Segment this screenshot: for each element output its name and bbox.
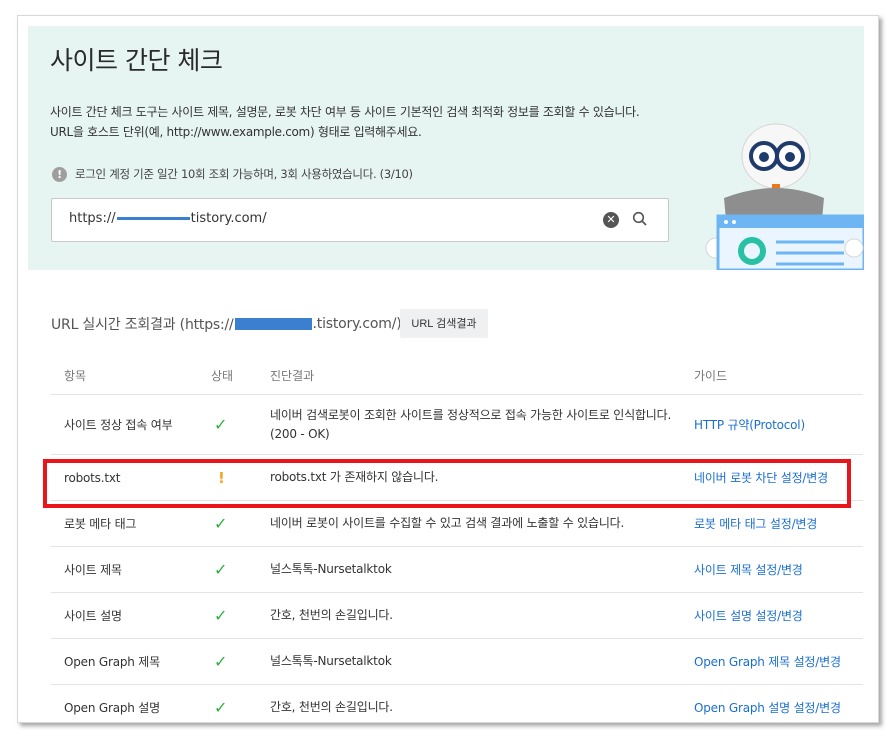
row-item: 사이트 제목 bbox=[51, 546, 211, 593]
usage-notice: ! 로그인 계정 기준 일간 10회 조회 가능하며, 3회 사용하였습니다. … bbox=[52, 166, 413, 182]
results-title: URL 실시간 조회결과 (https:// .tistory.com/) bbox=[51, 314, 402, 334]
table-row: 사이트 제목 ✓ 널스톡톡-Nursetalktok 사이트 제목 설정/변경 bbox=[51, 546, 863, 593]
row-guide: HTTP 규약(Protocol) bbox=[694, 394, 863, 455]
table-row: 사이트 설명 ✓ 간호, 천번의 손길입니다. 사이트 설명 설정/변경 bbox=[51, 592, 863, 639]
table-header-row: 항목 상태 진단결과 가이드 bbox=[51, 356, 863, 395]
results-table: 항목 상태 진단결과 가이드 사이트 정상 접속 여부 ✓ 네이버 검색로봇이 … bbox=[51, 356, 863, 722]
table-row: Open Graph 설명 ✓ 간호, 천번의 손길입니다. Open Grap… bbox=[51, 684, 863, 722]
check-icon: ✓ bbox=[214, 652, 228, 671]
clear-icon[interactable]: ✕ bbox=[603, 212, 619, 228]
url-search-input[interactable]: https:// tistory.com/ bbox=[69, 211, 267, 226]
row-status: ✓ bbox=[211, 684, 270, 722]
url-prefix: https:// bbox=[69, 211, 116, 226]
row-item: 사이트 설명 bbox=[51, 592, 211, 639]
column-header-guide: 가이드 bbox=[694, 356, 863, 395]
redaction-bar bbox=[116, 217, 190, 220]
hero-panel: 사이트 간단 체크 사이트 간단 체크 도구는 사이트 제목, 설명문, 로봇 … bbox=[28, 26, 864, 270]
page-description: 사이트 간단 체크 도구는 사이트 제목, 설명문, 로봇 차단 여부 등 사이… bbox=[50, 102, 640, 142]
app-frame: 사이트 간단 체크 사이트 간단 체크 도구는 사이트 제목, 설명문, 로봇 … bbox=[17, 15, 879, 723]
table-row: Open Graph 제목 ✓ 널스톡톡-Nursetalktok Open G… bbox=[51, 638, 863, 685]
column-header-result: 진단결과 bbox=[270, 356, 694, 395]
row-guide: Open Graph 제목 설정/변경 bbox=[694, 638, 863, 685]
results-title-suffix: .tistory.com/) bbox=[312, 316, 402, 332]
highlight-box bbox=[43, 459, 851, 508]
guide-link[interactable]: 로봇 메타 태그 설정/변경 bbox=[694, 517, 817, 531]
row-result: 널스톡톡-Nursetalktok bbox=[270, 638, 694, 685]
row-status: ✓ bbox=[211, 394, 270, 455]
url-suffix: tistory.com/ bbox=[190, 211, 267, 226]
row-result: 네이버 검색로봇이 조회한 사이트를 정상적으로 접속 가능한 사이트로 인식합… bbox=[270, 394, 694, 455]
check-icon: ✓ bbox=[214, 560, 228, 579]
page-title: 사이트 간단 체크 bbox=[50, 46, 223, 75]
row-item: Open Graph 제목 bbox=[51, 638, 211, 685]
usage-notice-text: 로그인 계정 기준 일간 10회 조회 가능하며, 3회 사용하였습니다. (3… bbox=[75, 167, 413, 181]
row-item: 사이트 정상 접속 여부 bbox=[51, 394, 211, 455]
row-item: Open Graph 설명 bbox=[51, 684, 211, 722]
check-icon: ✓ bbox=[214, 698, 228, 717]
url-search-box[interactable]: https:// tistory.com/ ✕ bbox=[51, 198, 669, 242]
url-search-results-button[interactable]: URL 검색결과 bbox=[400, 309, 488, 338]
guide-link[interactable]: Open Graph 설명 설정/변경 bbox=[694, 701, 841, 715]
row-result: 간호, 천번의 손길입니다. bbox=[270, 684, 694, 722]
info-icon: ! bbox=[52, 166, 67, 182]
guide-link[interactable]: Open Graph 제목 설정/변경 bbox=[694, 655, 841, 669]
row-status: ✓ bbox=[211, 546, 270, 593]
row-status: ✓ bbox=[211, 592, 270, 639]
row-result: 널스톡톡-Nursetalktok bbox=[270, 546, 694, 593]
check-icon: ✓ bbox=[214, 415, 228, 434]
results-title-prefix: URL 실시간 조회결과 (https:// bbox=[51, 317, 234, 333]
guide-link[interactable]: HTTP 규약(Protocol) bbox=[694, 418, 805, 432]
search-icon[interactable] bbox=[632, 211, 648, 227]
row-result: 간호, 천번의 손길입니다. bbox=[270, 592, 694, 639]
row-status: ✓ bbox=[211, 638, 270, 685]
row-guide: Open Graph 설명 설정/변경 bbox=[694, 684, 863, 722]
redaction-bar bbox=[234, 318, 312, 330]
check-icon: ✓ bbox=[214, 606, 228, 625]
table-row: 사이트 정상 접속 여부 ✓ 네이버 검색로봇이 조회한 사이트를 정상적으로 … bbox=[51, 394, 863, 455]
robot-illustration bbox=[705, 123, 864, 270]
guide-link[interactable]: 사이트 제목 설정/변경 bbox=[694, 563, 803, 577]
row-guide: 사이트 제목 설정/변경 bbox=[694, 546, 863, 593]
column-header-item: 항목 bbox=[51, 356, 211, 395]
description-line-2: URL을 호스트 단위(예, http://www.example.com) 형… bbox=[50, 125, 422, 139]
guide-link[interactable]: 사이트 설명 설정/변경 bbox=[694, 609, 803, 623]
row-guide: 사이트 설명 설정/변경 bbox=[694, 592, 863, 639]
check-icon: ✓ bbox=[214, 514, 228, 533]
column-header-status: 상태 bbox=[211, 356, 270, 395]
description-line-1: 사이트 간단 체크 도구는 사이트 제목, 설명문, 로봇 차단 여부 등 사이… bbox=[50, 105, 640, 119]
